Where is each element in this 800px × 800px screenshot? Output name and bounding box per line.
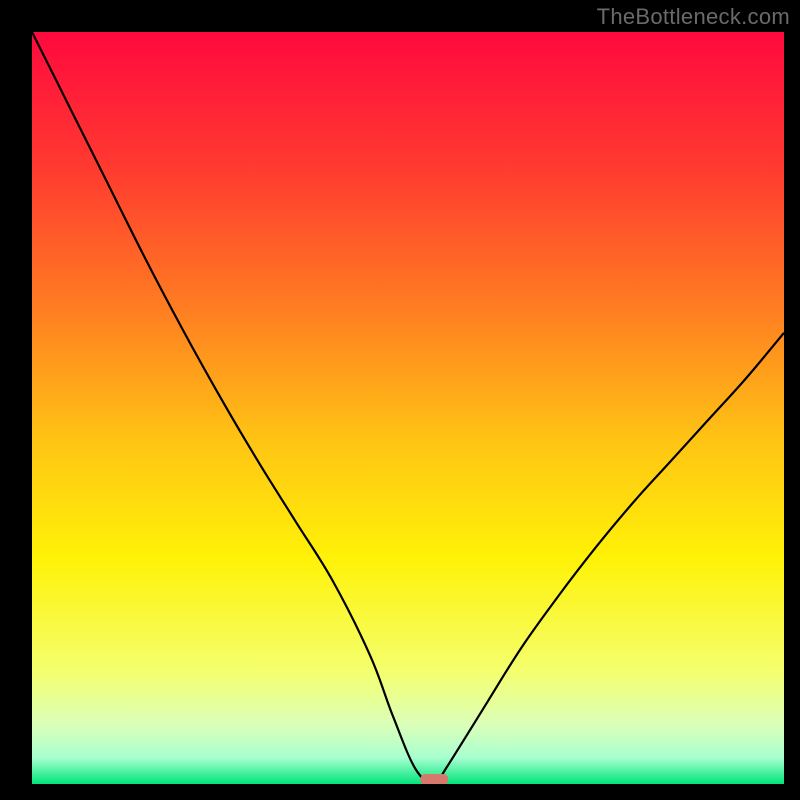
minimum-marker — [420, 774, 448, 784]
chart-outer-frame: TheBottleneck.com — [0, 0, 800, 800]
plot-area — [32, 32, 784, 784]
gradient-background — [32, 32, 784, 784]
watermark-text: TheBottleneck.com — [597, 4, 790, 30]
chart-svg — [32, 32, 784, 784]
